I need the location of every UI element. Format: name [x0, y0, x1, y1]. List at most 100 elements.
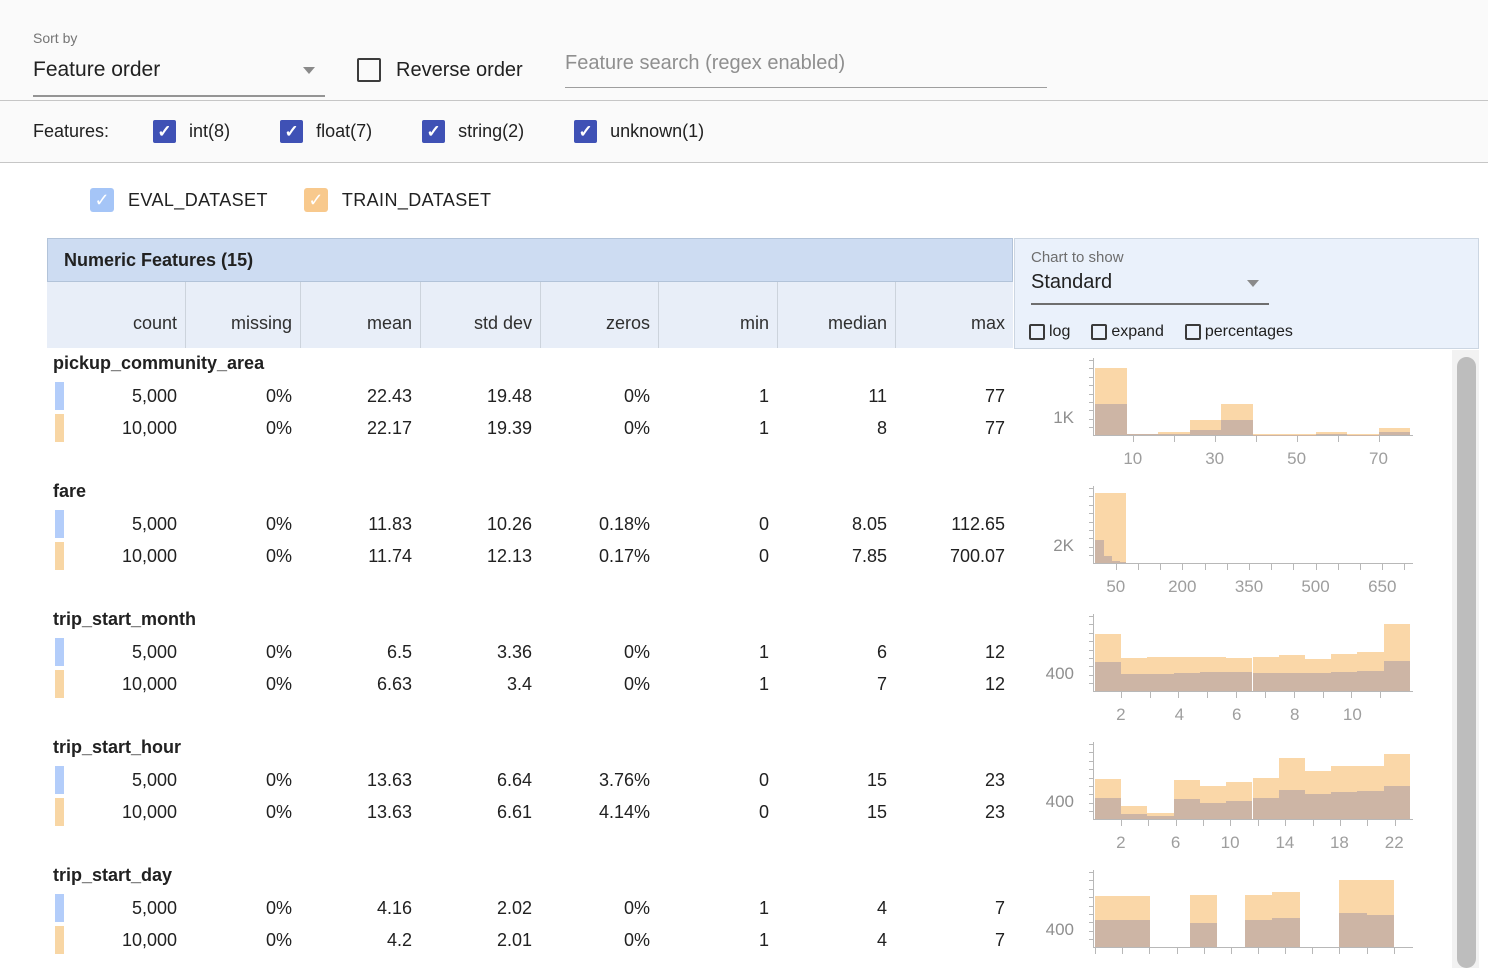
eval-overlap-bar — [1095, 662, 1121, 691]
stat-missing: 0% — [185, 764, 300, 796]
checkbox-unchecked-icon[interactable] — [1091, 324, 1107, 340]
dataset-label: TRAIN_DATASET — [342, 190, 492, 211]
x-axis-tick — [1394, 948, 1395, 954]
x-axis-tick-label: 350 — [1235, 577, 1263, 597]
chart-type-select[interactable]: Standard — [1031, 271, 1269, 305]
checkbox-checked-icon[interactable]: ✓ — [90, 188, 114, 212]
stat-std-dev: 19.39 — [420, 412, 540, 444]
stat-min: 0 — [658, 764, 777, 796]
checkbox-checked-icon[interactable]: ✓ — [153, 120, 176, 143]
eval-overlap-bar — [1200, 803, 1226, 819]
x-axis-tick — [1256, 436, 1257, 442]
dataset-toggle-train_dataset[interactable]: ✓ TRAIN_DATASET — [304, 188, 492, 212]
eval-overlap-bar — [1357, 671, 1383, 691]
y-axis-tick — [1089, 555, 1093, 556]
chart-type-value: Standard — [1031, 271, 1112, 293]
checkbox-checked-icon[interactable]: ✓ — [304, 188, 328, 212]
stat-max: 12 — [895, 636, 1013, 668]
filter-label: string(2) — [458, 121, 524, 142]
stat-min: 1 — [658, 636, 777, 668]
eval-overlap-bar — [1272, 918, 1299, 947]
stat-std-dev: 3.4 — [420, 668, 540, 700]
stat-count: 10,000 — [47, 412, 185, 444]
eval-overlap-bar — [1104, 556, 1112, 564]
x-axis-tick-label: 14 — [1275, 833, 1294, 853]
x-axis-line — [1093, 691, 1413, 692]
eval-overlap-bar — [1357, 791, 1383, 819]
x-axis-tick — [1323, 692, 1324, 698]
eval-overlap-bar — [1305, 673, 1331, 691]
stat-zeros: 0% — [540, 380, 658, 412]
y-axis-tick — [1089, 641, 1093, 642]
stat-max: 7 — [895, 924, 1013, 956]
y-axis-tick — [1089, 683, 1093, 684]
x-axis-tick — [1207, 692, 1208, 698]
stat-median: 15 — [777, 796, 895, 828]
eval-overlap-bar — [1112, 561, 1120, 563]
eval-overlap-bar — [1158, 434, 1190, 435]
filter-int[interactable]: ✓ int(8) — [153, 120, 230, 143]
feature-row-pickup_community_area: pickup_community_area5,0000%22.4319.480%… — [47, 348, 1013, 476]
checkbox-checked-icon[interactable]: ✓ — [280, 120, 303, 143]
y-axis-label: 400 — [1014, 920, 1074, 940]
x-axis-tick — [1312, 948, 1313, 954]
stat-mean: 11.74 — [300, 540, 420, 572]
y-axis-tick — [1089, 360, 1093, 361]
x-axis-tick — [1236, 692, 1237, 698]
reverse-order-checkbox[interactable]: Reverse order — [357, 58, 523, 82]
stat-min: 0 — [658, 796, 777, 828]
chart-option-log[interactable]: log — [1029, 323, 1070, 341]
y-axis-tick — [1089, 752, 1093, 753]
stat-line-train: 10,0000%22.1719.390%1877 — [47, 412, 1013, 444]
x-axis-tick — [1316, 564, 1317, 570]
x-axis-tick — [1160, 564, 1161, 570]
eval-overlap-bar — [1253, 673, 1279, 691]
dataset-toggle-eval_dataset[interactable]: ✓EVAL_DATASET — [90, 188, 268, 212]
column-header-mean: mean — [300, 282, 420, 348]
filter-unknown[interactable]: ✓unknown(1) — [574, 120, 704, 143]
feature-search-input[interactable] — [565, 52, 1047, 88]
x-axis-tick — [1121, 820, 1122, 826]
eval-overlap-bar — [1190, 430, 1222, 435]
checkbox-unchecked-icon[interactable] — [357, 58, 381, 82]
y-axis-tick — [1089, 786, 1093, 787]
histogram-plot — [1095, 744, 1410, 819]
chart-option-percentages[interactable]: percentages — [1185, 323, 1293, 341]
x-axis-tick — [1133, 436, 1134, 442]
checkbox-checked-icon[interactable]: ✓ — [574, 120, 597, 143]
feature-row-trip_start_day: trip_start_day5,0000%4.162.020%14710,000… — [47, 860, 1013, 968]
x-axis-tick — [1360, 564, 1361, 570]
eval-overlap-bar — [1147, 816, 1173, 819]
stat-line-eval: 5,0000%6.53.360%1612 — [47, 636, 1013, 668]
stat-std-dev: 3.36 — [420, 636, 540, 668]
stat-missing: 0% — [185, 380, 300, 412]
y-axis-tick — [1089, 377, 1093, 378]
chart-option-label: log — [1049, 323, 1070, 341]
histogram-trip_start_day: 400 — [1014, 860, 1459, 968]
sort-by-select[interactable]: Feature order — [33, 58, 325, 97]
checkbox-unchecked-icon[interactable] — [1185, 324, 1201, 340]
filter-float[interactable]: ✓float(7) — [280, 120, 372, 143]
stat-zeros: 0% — [540, 892, 658, 924]
x-axis-tick-label: 500 — [1301, 577, 1329, 597]
stat-max: 23 — [895, 764, 1013, 796]
section-title: Numeric Features (15) — [64, 250, 253, 271]
stat-count: 10,000 — [47, 540, 185, 572]
chart-option-expand[interactable]: expand — [1091, 323, 1164, 341]
checkbox-checked-icon[interactable]: ✓ — [422, 120, 445, 143]
histogram-plot — [1095, 360, 1410, 435]
scrollbar-thumb[interactable] — [1457, 357, 1476, 968]
x-axis-tick — [1121, 692, 1122, 698]
filter-string[interactable]: ✓ string(2) — [422, 120, 524, 143]
stat-zeros: 4.14% — [540, 796, 658, 828]
histogram-fare: 2K50200350500650 — [1014, 476, 1459, 604]
x-axis-line — [1093, 819, 1413, 820]
x-axis-tick-label: 4 — [1175, 705, 1184, 725]
y-axis-line — [1093, 870, 1094, 948]
x-axis-tick — [1174, 436, 1175, 442]
stat-missing: 0% — [185, 412, 300, 444]
filter-label: int(8) — [189, 121, 230, 142]
y-axis-tick — [1089, 616, 1093, 617]
checkbox-unchecked-icon[interactable] — [1029, 324, 1045, 340]
stat-max: 77 — [895, 412, 1013, 444]
